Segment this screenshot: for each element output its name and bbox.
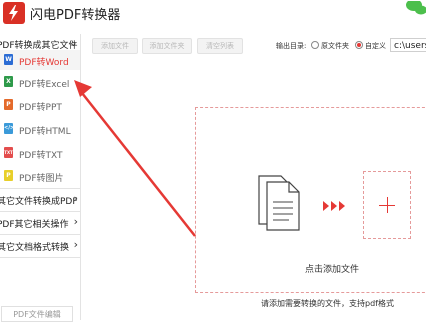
annotation-arrow xyxy=(74,80,196,237)
